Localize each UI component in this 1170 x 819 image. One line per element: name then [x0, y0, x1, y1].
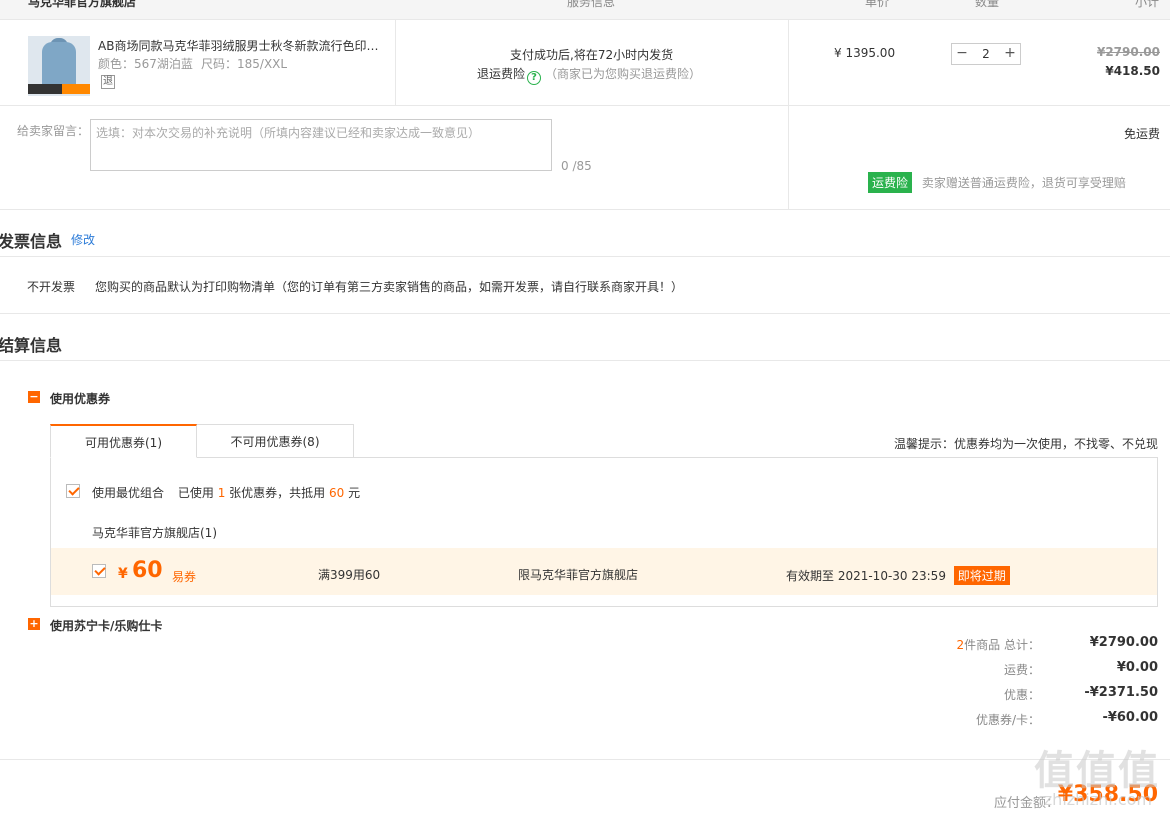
- used-amount: 60: [329, 486, 345, 500]
- coupon-store-group: 马克华菲官方旗舰店(1): [92, 526, 217, 540]
- coupon-card-value: -¥60.00: [1102, 710, 1158, 725]
- collapse-icon[interactable]: −: [28, 391, 40, 403]
- product-size: 尺码：185/XXL: [201, 57, 288, 71]
- items-total: ¥2790.00: [1089, 635, 1158, 650]
- refund-tag: 退: [101, 75, 115, 89]
- used-count: 1: [217, 486, 226, 500]
- tab-available-coupons[interactable]: 可用优惠券(1): [50, 424, 197, 458]
- help-icon[interactable]: ?: [527, 71, 542, 85]
- settlement-title: 结算信息: [0, 336, 63, 355]
- summary-items-label: 2件商品 总计：: [840, 636, 1040, 653]
- quantity-stepper[interactable]: − 2 +: [951, 43, 1021, 65]
- product-color: 颜色：567湖泊蓝: [98, 57, 193, 71]
- coupon-checkbox[interactable]: [92, 564, 106, 578]
- divider: [0, 256, 1170, 257]
- best-combo: 使用最优组合 已使用 1 张优惠券，共抵用 60 元: [92, 484, 360, 501]
- used-prefix: 已使用: [177, 486, 214, 500]
- shipping-insurance: 运费险 卖家赠送普通运费险，退货可享受理赔: [868, 172, 1126, 193]
- best-combo-checkbox[interactable]: [66, 484, 80, 498]
- invoice-edit-link[interactable]: 修改: [71, 231, 95, 248]
- minus-icon[interactable]: −: [952, 44, 972, 64]
- store-name[interactable]: 马克华菲官方旗舰店: [28, 0, 136, 10]
- delivery-promise: 支付成功后,将在72小时内发货: [510, 48, 674, 62]
- message-input[interactable]: 选填：对本次交易的补充说明（所填内容建议已经和卖家达成一致意见）: [90, 119, 552, 171]
- coupon-section-title[interactable]: 使用优惠券: [50, 390, 110, 407]
- insurance-desc: 卖家赠送普通运费险，退货可享受理赔: [921, 176, 1126, 190]
- card-section-title[interactable]: 使用苏宁卡/乐购仕卡: [50, 617, 162, 634]
- coupon-amount: 60: [132, 558, 163, 583]
- watermark-text: zhizhizhi.com: [1043, 790, 1152, 809]
- insurance-note: （商家已为您购买退运费险）: [545, 67, 702, 81]
- col-subtotal: 小计: [1135, 0, 1160, 9]
- insurance-badge: 运费险: [868, 172, 913, 193]
- divider: [0, 313, 1170, 314]
- quantity-value[interactable]: 2: [972, 44, 1000, 64]
- divider: [0, 209, 1170, 210]
- message-counter: 0 /85: [561, 159, 592, 173]
- shipping-label: 运费：: [1003, 663, 1040, 677]
- used-suffix: 元: [348, 486, 361, 500]
- coupon-kind: 易券: [172, 570, 197, 584]
- free-shipping: 免运费: [1123, 127, 1160, 141]
- col-service: 服务信息: [567, 0, 616, 9]
- invoice-title: 发票信息: [0, 232, 63, 251]
- insurance-label: 退运费险: [477, 67, 526, 81]
- items-label: 件商品 总计：: [964, 638, 1040, 652]
- col-qty: 数量: [975, 0, 1000, 9]
- coupon-card-label: 优惠券/卡：: [975, 713, 1040, 727]
- discount-label: 优惠：: [1003, 688, 1040, 702]
- discount-value: -¥2371.50: [1084, 685, 1158, 700]
- shipping-value: ¥0.00: [1116, 660, 1158, 675]
- tab-unavailable-coupons[interactable]: 不可用优惠券(8): [196, 424, 354, 458]
- order-table-header: 马克华菲官方旗舰店 服务信息 单价 数量 小计: [0, 0, 1170, 20]
- best-combo-label: 使用最优组合: [92, 486, 165, 500]
- product-thumbnail[interactable]: [28, 36, 90, 96]
- unit-price: ¥ 1395.00: [834, 46, 896, 60]
- expand-icon[interactable]: +: [28, 618, 40, 630]
- col-price: 单价: [865, 0, 890, 9]
- used-mid: 张优惠券，共抵用: [229, 486, 326, 500]
- message-placeholder: 选填：对本次交易的补充说明（所填内容建议已经和卖家达成一致意见）: [96, 126, 481, 140]
- coupon-tip: 温馨提示：优惠券均为一次使用，不找零、不兑现: [893, 437, 1158, 451]
- coupon-validity: 有效期至 2021-10-30 23:59: [786, 569, 946, 583]
- divider: [788, 20, 789, 210]
- watermark-logo: 值值值: [1034, 748, 1160, 794]
- divider: [395, 20, 396, 105]
- original-subtotal: ¥2790.00: [1096, 45, 1160, 59]
- coupon-currency: ¥: [118, 566, 128, 582]
- message-label: 给卖家留言：: [17, 124, 90, 138]
- coupon-condition: 满399用60: [318, 568, 381, 582]
- coupon-validity-row: 有效期至 2021-10-30 23:59 即将过期: [786, 566, 1010, 585]
- divider: [0, 759, 1170, 760]
- expire-badge: 即将过期: [953, 566, 1010, 585]
- subtotal: ¥418.50: [1105, 64, 1160, 78]
- divider: [0, 360, 1170, 361]
- invoice-note: 您购买的商品默认为打印购物清单（您的订单有第三方卖家销售的商品，如需开发票，请自…: [95, 280, 684, 294]
- divider: [0, 105, 1170, 106]
- return-insurance: 退运费险? （商家已为您购买退运费险）: [477, 65, 701, 85]
- plus-icon[interactable]: +: [1000, 44, 1020, 64]
- invoice-type: 不开发票: [27, 280, 76, 294]
- product-title[interactable]: AB商场同款马克华菲羽绒服男士秋冬新款流行色印…: [98, 37, 388, 54]
- coupon-scope: 限马克华菲官方旗舰店: [518, 568, 639, 582]
